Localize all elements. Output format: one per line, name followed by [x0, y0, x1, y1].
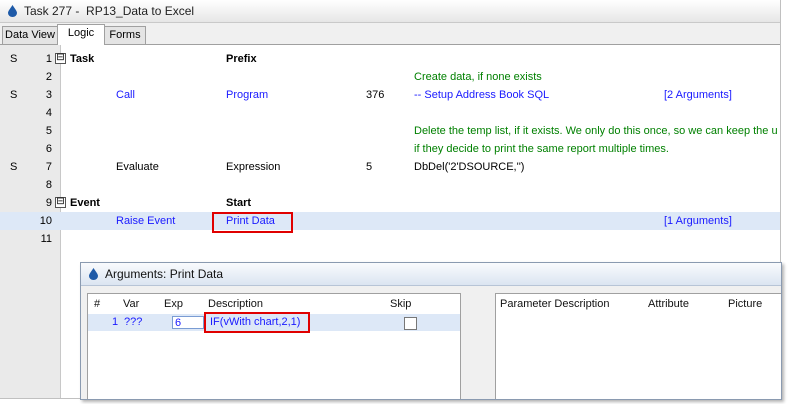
scope-flag: S [10, 161, 18, 173]
details: Create data, if none exists [414, 71, 542, 83]
line-number: 4 [45, 107, 52, 119]
line-number: 2 [45, 71, 52, 83]
highlight-box-print-data [212, 212, 293, 233]
operation-target: Program [226, 89, 269, 101]
exp-input[interactable]: 6 [172, 316, 204, 329]
arguments-table: # Var Exp Description Skip 1 ??? 6 IF(vW… [87, 293, 461, 399]
row-type: Task [70, 53, 95, 65]
line-number: 9 [45, 197, 52, 209]
logic-row[interactable]: 8 [0, 176, 780, 194]
details: DbDel('2'DSOURCE,'') [414, 161, 525, 173]
operation: Call [116, 89, 135, 101]
operation: Raise Event [116, 215, 176, 227]
parameter-table: Parameter Description Attribute Picture [495, 293, 781, 399]
operation-target: Expression [226, 161, 281, 173]
logic-row[interactable]: S 7 Evaluate Expression 5 DbDel('2'DSOURCE,''… [0, 158, 780, 176]
droplet-icon [89, 268, 98, 280]
header-description: Description [208, 298, 264, 310]
arguments-link: [2 Arguments] [664, 89, 732, 101]
minus-box-icon[interactable]: ⊟ [55, 197, 66, 208]
dialog-title: Arguments: Print Data [105, 267, 224, 281]
logic-row[interactable]: 4 [0, 104, 780, 122]
arguments-dialog: Arguments: Print Data # Var Exp Descript… [80, 262, 782, 400]
tab-strip: Data View Logic Forms [0, 24, 780, 45]
arguments-link: [1 Arguments] [664, 215, 732, 227]
scope-flag: S [10, 89, 18, 101]
logic-row[interactable]: S 3 Call Program 376 -- Setup Address Book SQ… [0, 86, 780, 104]
line-number: 1 [45, 53, 52, 65]
arg-num: 1 [112, 316, 119, 328]
row-header: Prefix [226, 53, 257, 65]
header-num: # [94, 298, 101, 310]
row-header: Start [226, 197, 252, 209]
line-number: 10 [39, 215, 52, 227]
row-type: Event [70, 197, 100, 209]
header-parameter-description: Parameter Description [500, 298, 610, 310]
droplet-icon [8, 5, 17, 17]
logic-row[interactable]: S 1 ⊟ Task Prefix [0, 50, 780, 68]
highlight-box-description [204, 312, 310, 333]
line-number: 6 [45, 143, 52, 155]
operation-number: 376 [366, 89, 385, 101]
logic-row[interactable]: 2 Create data, if none exists [0, 68, 780, 86]
dialog-title-bar: Arguments: Print Data [81, 263, 781, 286]
scope-flag: S [10, 53, 18, 65]
header-var: Var [123, 298, 140, 310]
skip-checkbox[interactable] [404, 317, 417, 330]
tab-data-view[interactable]: Data View [2, 26, 58, 44]
window-title: Task 277 - RP13_Data to Excel [24, 4, 195, 18]
logic-row[interactable]: 5 Delete the temp list, if it exists. We … [0, 122, 780, 140]
minus-box-icon[interactable]: ⊟ [55, 53, 66, 64]
logic-row[interactable]: 10 Raise Event Print Data [1 Arguments] [0, 212, 780, 230]
title-bar: Task 277 - RP13_Data to Excel [0, 0, 780, 23]
line-number: 5 [45, 125, 52, 137]
logic-row[interactable]: 11 [0, 230, 780, 248]
operation: Evaluate [116, 161, 159, 173]
line-number: 7 [45, 161, 52, 173]
line-number: 3 [45, 89, 52, 101]
details: if they decide to print the same report … [414, 143, 669, 155]
header-skip: Skip [390, 298, 412, 310]
operation-number: 5 [366, 161, 373, 173]
logic-row[interactable]: 6 if they decide to print the same report… [0, 140, 780, 158]
tab-forms[interactable]: Forms [104, 26, 146, 44]
details: Delete the temp list, if it exists. We o… [414, 125, 778, 137]
header-attribute: Attribute [648, 298, 689, 310]
arg-var: ??? [124, 316, 143, 328]
tab-logic[interactable]: Logic [57, 24, 105, 45]
line-number: 11 [40, 233, 52, 245]
header-exp: Exp [164, 298, 183, 310]
header-picture: Picture [728, 298, 763, 310]
logic-row[interactable]: 9 ⊟ Event Start [0, 194, 780, 212]
line-number: 8 [45, 179, 52, 191]
details: -- Setup Address Book SQL [414, 89, 550, 101]
